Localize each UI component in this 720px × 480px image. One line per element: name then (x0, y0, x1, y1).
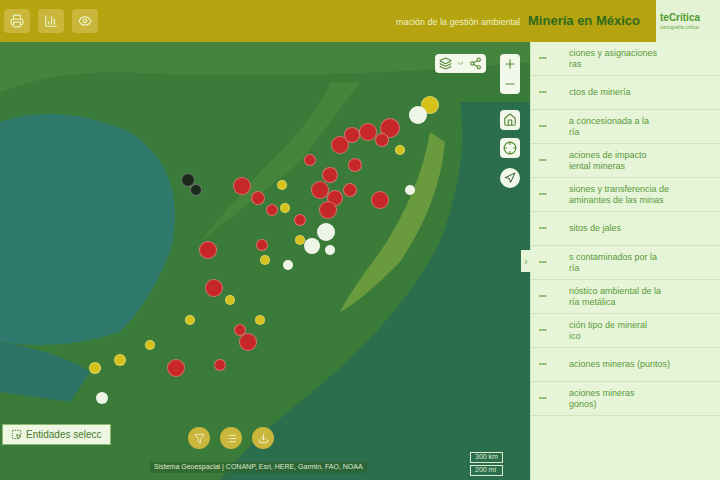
tool-icon (78, 14, 92, 28)
tool-icon (194, 433, 205, 444)
subtitle: mación de la gestión ambiental (396, 16, 520, 30)
locate-icon (500, 138, 520, 158)
sidebar: ›•••ciones y asignacionesras•••ctos de m… (530, 42, 720, 480)
mine-marker[interactable] (96, 392, 108, 404)
mine-marker[interactable] (256, 239, 268, 251)
mine-marker[interactable] (283, 260, 293, 270)
more-button[interactable]: ••• (539, 359, 561, 370)
zoom-out-icon[interactable] (500, 74, 520, 94)
map[interactable]: Entidades selecc Sistema Geoespacial | CO… (0, 42, 530, 480)
selection-button[interactable]: Entidades selecc (2, 424, 111, 445)
mine-marker[interactable] (277, 180, 287, 190)
home-icon (500, 110, 520, 130)
home-button[interactable] (500, 110, 520, 130)
mine-marker[interactable] (167, 359, 185, 377)
mine-marker[interactable] (280, 203, 290, 213)
more-button[interactable]: ••• (539, 325, 561, 336)
header-button[interactable] (72, 9, 98, 33)
title: Minería en México (528, 11, 640, 31)
mine-marker[interactable] (225, 295, 235, 305)
logo: teCríticacartografía crítica (656, 0, 720, 42)
mine-marker[interactable] (348, 158, 362, 172)
layers-icon[interactable] (439, 57, 452, 70)
tool-icon (10, 14, 24, 28)
mine-marker[interactable] (233, 177, 251, 195)
mine-marker[interactable] (317, 223, 335, 241)
mine-marker[interactable] (343, 183, 357, 197)
more-button[interactable]: ••• (539, 121, 561, 132)
mine-marker[interactable] (185, 315, 195, 325)
share-icon[interactable] (469, 57, 482, 70)
mine-marker[interactable] (89, 362, 101, 374)
mine-marker[interactable] (405, 185, 415, 195)
mine-marker[interactable] (375, 133, 389, 147)
tool-icon (44, 14, 58, 28)
more-button[interactable]: ••• (539, 87, 561, 98)
collapse-button[interactable]: › (521, 250, 531, 272)
layer-item[interactable]: •••a concesionada a laría (531, 110, 720, 144)
round-tool-button[interactable] (188, 427, 210, 449)
more-button[interactable]: ••• (539, 189, 561, 200)
mine-marker[interactable] (344, 127, 360, 143)
compass-button[interactable] (500, 168, 520, 188)
layer-item[interactable]: •••ciones y asignacionesras (531, 42, 720, 76)
mine-marker[interactable] (266, 204, 278, 216)
mine-marker[interactable] (190, 184, 202, 196)
layer-item[interactable]: •••s contaminados por laría (531, 246, 720, 280)
zoom-controls (500, 54, 520, 94)
mine-marker[interactable] (319, 201, 337, 219)
more-button[interactable]: ••• (539, 155, 561, 166)
mine-marker[interactable] (304, 238, 320, 254)
locate-button[interactable] (500, 138, 520, 158)
selection-icon (11, 429, 22, 440)
header: mación de la gestión ambiental Minería en… (0, 0, 720, 42)
more-button[interactable]: ••• (539, 257, 561, 268)
mine-marker[interactable] (145, 340, 155, 350)
compass-icon (500, 168, 520, 188)
mine-marker[interactable] (114, 354, 126, 366)
header-button[interactable] (38, 9, 64, 33)
mine-marker[interactable] (304, 154, 316, 166)
mine-marker[interactable] (214, 359, 226, 371)
round-tool-button[interactable] (220, 427, 242, 449)
layer-item[interactable]: •••nóstico ambiental de laría metálica (531, 280, 720, 314)
attribution: Sistema Geoespacial | CONANP, Esri, HERE… (150, 462, 367, 473)
more-button[interactable]: ••• (539, 223, 561, 234)
mine-marker[interactable] (260, 255, 270, 265)
more-button[interactable]: ••• (539, 53, 561, 64)
mine-marker[interactable] (251, 191, 265, 205)
mine-marker[interactable] (255, 315, 265, 325)
layer-item[interactable]: •••aciones mineras (puntos) (531, 348, 720, 382)
map-toolbar (435, 54, 486, 73)
header-button[interactable] (4, 9, 30, 33)
mine-marker[interactable] (371, 191, 389, 209)
mine-marker[interactable] (325, 245, 335, 255)
bottom-tools (188, 427, 274, 449)
tool-icon (226, 433, 237, 444)
layer-item[interactable]: •••sitos de jales (531, 212, 720, 246)
layer-item[interactable]: •••siones y transferencia deaminantes de… (531, 178, 720, 212)
dropdown-icon[interactable] (456, 59, 465, 68)
mine-marker[interactable] (199, 241, 217, 259)
mine-marker[interactable] (395, 145, 405, 155)
title-block: mación de la gestión ambiental Minería en… (396, 11, 652, 31)
mine-marker[interactable] (294, 214, 306, 226)
mine-marker[interactable] (322, 167, 338, 183)
zoom-in-icon[interactable] (500, 54, 520, 74)
more-button[interactable]: ••• (539, 393, 561, 404)
round-tool-button[interactable] (252, 427, 274, 449)
more-button[interactable]: ••• (539, 291, 561, 302)
app: mación de la gestión ambiental Minería en… (0, 0, 720, 480)
layer-item[interactable]: •••aciones minerasgonos) (531, 382, 720, 416)
tool-icon (258, 433, 269, 444)
mine-marker[interactable] (234, 324, 246, 336)
layer-item[interactable]: •••ción tipo de mineralico (531, 314, 720, 348)
mine-marker[interactable] (205, 279, 223, 297)
mine-marker[interactable] (409, 106, 427, 124)
layer-item[interactable]: •••ctos de minería (531, 76, 720, 110)
layer-item[interactable]: •••aciones de impactoiental mineras (531, 144, 720, 178)
scale-bar: 300 km200 mi (470, 452, 503, 476)
